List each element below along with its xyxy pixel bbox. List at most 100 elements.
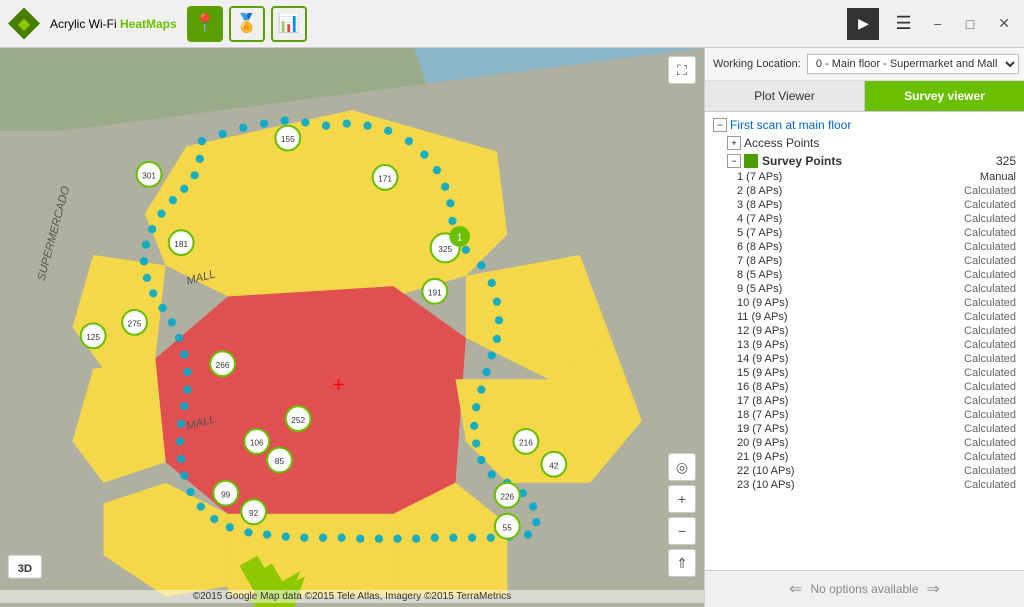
tree-area[interactable]: − First scan at main floor + Access Poin… [705, 112, 1024, 570]
svg-text:99: 99 [221, 490, 231, 499]
survey-row[interactable]: 15 (9 APs)Calculated [705, 366, 1024, 380]
survey-row-type: Calculated [946, 227, 1016, 239]
survey-row-label: 10 (9 APs) [737, 297, 946, 309]
location-pin-button[interactable]: 📍 [187, 6, 223, 42]
svg-text:1: 1 [457, 233, 463, 244]
survey-row[interactable]: 18 (7 APs)Calculated [705, 408, 1024, 422]
survey-row[interactable]: 4 (7 APs)Calculated [705, 212, 1024, 226]
survey-row[interactable]: 7 (8 APs)Calculated [705, 254, 1024, 268]
survey-row[interactable]: 8 (5 APs)Calculated [705, 268, 1024, 282]
survey-row-type: Calculated [946, 395, 1016, 407]
tree-access-points[interactable]: + Access Points [705, 134, 1024, 152]
panel-tabs: Plot Viewer Survey viewer [705, 81, 1024, 112]
survey-row-type: Calculated [946, 297, 1016, 309]
working-location-bar: Working Location: 0 - Main floor - Super… [705, 48, 1024, 81]
survey-row[interactable]: 13 (9 APs)Calculated [705, 338, 1024, 352]
fullscreen-button[interactable]: ⛶ [668, 56, 696, 84]
working-location-select[interactable]: 0 - Main floor - Supermarket and Mall [807, 54, 1019, 74]
badge-button[interactable]: 🏅 [229, 6, 265, 42]
svg-text:42: 42 [549, 461, 559, 470]
survey-row-type: Calculated [946, 423, 1016, 435]
survey-row-label: 1 (7 APs) [737, 171, 946, 183]
survey-panel: Working Location: 0 - Main floor - Super… [704, 48, 1024, 607]
survey-row-label: 7 (8 APs) [737, 255, 946, 267]
chart-button[interactable]: 📊 [271, 6, 307, 42]
survey-row-label: 19 (7 APs) [737, 423, 946, 435]
survey-row[interactable]: 23 (10 APs)Calculated [705, 478, 1024, 492]
survey-row-type: Calculated [946, 479, 1016, 491]
buildings-overlay: 155 301 171 181 325 1 191 2 [0, 48, 704, 607]
working-location-label: Working Location: [713, 58, 801, 70]
tab-survey-viewer[interactable]: Survey viewer [865, 81, 1024, 111]
zoom-out-button[interactable]: − [668, 517, 696, 545]
tree-ap-label: Access Points [744, 136, 1016, 150]
minimize-button[interactable]: − [928, 14, 948, 34]
tree-root-item[interactable]: − First scan at main floor [705, 116, 1024, 134]
survey-row-label: 22 (10 APs) [737, 465, 946, 477]
survey-row[interactable]: 10 (9 APs)Calculated [705, 296, 1024, 310]
svg-text:3D: 3D [18, 563, 33, 575]
tree-expand-ap[interactable]: + [727, 136, 741, 150]
nav-next-icon[interactable]: ⇒ [927, 579, 940, 599]
survey-row[interactable]: 11 (9 APs)Calculated [705, 310, 1024, 324]
tree-sp-label: Survey Points [762, 154, 988, 168]
survey-row-label: 21 (9 APs) [737, 451, 946, 463]
survey-row-label: 12 (9 APs) [737, 325, 946, 337]
map-controls-top: ⛶ [668, 56, 696, 84]
survey-row[interactable]: 17 (8 APs)Calculated [705, 394, 1024, 408]
survey-row-label: 3 (8 APs) [737, 199, 946, 211]
tree-root-label: First scan at main floor [730, 118, 851, 132]
tree-expand-root[interactable]: − [713, 118, 727, 132]
survey-row-label: 15 (9 APs) [737, 367, 946, 379]
play-button[interactable]: ▶ [847, 8, 879, 40]
survey-row-type: Calculated [946, 353, 1016, 365]
compass-button[interactable]: ◎ [668, 453, 696, 481]
survey-row[interactable]: 21 (9 APs)Calculated [705, 450, 1024, 464]
nav-prev-icon[interactable]: ⇐ [789, 579, 802, 599]
survey-row-label: 17 (8 APs) [737, 395, 946, 407]
survey-row-type: Calculated [946, 185, 1016, 197]
survey-row-type: Calculated [946, 199, 1016, 211]
survey-row[interactable]: 19 (7 APs)Calculated [705, 422, 1024, 436]
zoom-in-button[interactable]: + [668, 485, 696, 513]
survey-row-label: 20 (9 APs) [737, 437, 946, 449]
survey-row-type: Calculated [946, 213, 1016, 225]
survey-row-type: Manual [946, 171, 1016, 183]
survey-row[interactable]: 12 (9 APs)Calculated [705, 324, 1024, 338]
survey-row[interactable]: 20 (9 APs)Calculated [705, 436, 1024, 450]
map-area[interactable]: 155 301 171 181 325 1 191 2 [0, 48, 704, 607]
maximize-button[interactable]: □ [960, 14, 980, 34]
survey-row-type: Calculated [946, 465, 1016, 477]
survey-row[interactable]: 1 (7 APs)Manual [705, 170, 1024, 184]
app-logo [8, 8, 40, 40]
toolbar-icons: 📍 🏅 📊 [187, 6, 307, 42]
menu-button[interactable]: ☰ [891, 9, 915, 38]
survey-row-label: 14 (9 APs) [737, 353, 946, 365]
svg-text:92: 92 [249, 509, 259, 518]
svg-text:216: 216 [519, 439, 533, 448]
survey-row-label: 2 (8 APs) [737, 185, 946, 197]
survey-row-label: 18 (7 APs) [737, 409, 946, 421]
svg-text:106: 106 [250, 439, 264, 448]
survey-row[interactable]: 14 (9 APs)Calculated [705, 352, 1024, 366]
survey-row[interactable]: 3 (8 APs)Calculated [705, 198, 1024, 212]
scroll-up-button[interactable]: ⇑ [668, 549, 696, 577]
survey-row-label: 13 (9 APs) [737, 339, 946, 351]
survey-row[interactable]: 16 (8 APs)Calculated [705, 380, 1024, 394]
tree-survey-points[interactable]: − Survey Points 325 [705, 152, 1024, 170]
survey-row-type: Calculated [946, 451, 1016, 463]
survey-row[interactable]: 9 (5 APs)Calculated [705, 282, 1024, 296]
svg-text:85: 85 [275, 457, 285, 466]
survey-row[interactable]: 22 (10 APs)Calculated [705, 464, 1024, 478]
tab-plot-viewer[interactable]: Plot Viewer [705, 81, 865, 111]
svg-text:301: 301 [142, 171, 156, 180]
close-button[interactable]: ✕ [992, 13, 1016, 34]
survey-row[interactable]: 6 (8 APs)Calculated [705, 240, 1024, 254]
survey-row[interactable]: 2 (8 APs)Calculated [705, 184, 1024, 198]
tree-expand-sp[interactable]: − [727, 154, 741, 168]
survey-row-label: 4 (7 APs) [737, 213, 946, 225]
svg-text:155: 155 [281, 135, 295, 144]
survey-row[interactable]: 5 (7 APs)Calculated [705, 226, 1024, 240]
survey-row-type: Calculated [946, 367, 1016, 379]
survey-row-type: Calculated [946, 311, 1016, 323]
